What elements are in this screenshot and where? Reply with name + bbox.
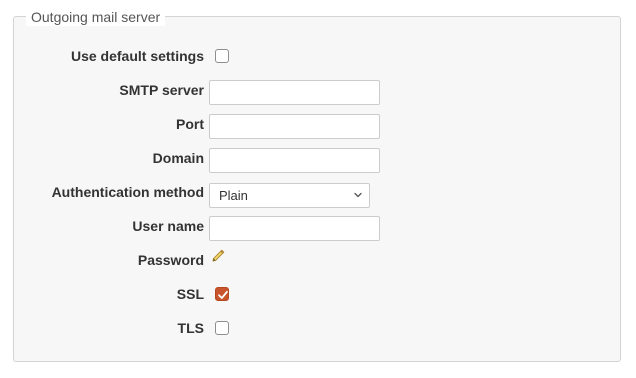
port-input[interactable] — [209, 114, 380, 139]
authentication-method-selected-value: Plain — [219, 188, 248, 203]
row-ssl: SSL — [13, 281, 621, 307]
row-password: Password — [13, 247, 621, 273]
use-default-settings-label: Use default settings — [70, 48, 204, 64]
smtp-server-input[interactable] — [209, 80, 380, 105]
smtp-server-control — [209, 80, 380, 105]
authentication-method-control: Plain — [209, 183, 370, 208]
authentication-method-select[interactable]: Plain — [209, 183, 370, 208]
row-domain: Domain — [13, 148, 621, 174]
port-control — [209, 114, 380, 139]
ssl-checkbox[interactable] — [215, 287, 229, 301]
user-name-control — [209, 216, 380, 241]
tls-checkbox[interactable] — [215, 321, 229, 335]
domain-control — [209, 148, 380, 173]
fieldset-legend: Outgoing mail server — [26, 8, 166, 26]
user-name-input[interactable] — [209, 216, 380, 241]
domain-input[interactable] — [209, 148, 380, 173]
domain-label: Domain — [152, 150, 204, 166]
use-default-settings-checkbox[interactable] — [215, 49, 229, 63]
tls-label: TLS — [177, 320, 204, 336]
checkmark-icon — [218, 290, 228, 299]
smtp-server-label: SMTP server — [119, 82, 204, 98]
user-name-label: User name — [132, 218, 204, 234]
ssl-label: SSL — [176, 286, 204, 302]
row-user-name: User name — [13, 216, 621, 242]
row-use-default-settings: Use default settings — [13, 43, 621, 69]
chevron-down-icon — [354, 192, 362, 198]
pencil-icon[interactable] — [211, 249, 225, 263]
row-tls: TLS — [13, 315, 621, 341]
row-authentication-method: Authentication method Plain — [13, 183, 621, 209]
row-smtp-server: SMTP server — [13, 80, 621, 106]
password-label: Password — [137, 252, 204, 268]
row-port: Port — [13, 114, 621, 140]
port-label: Port — [176, 116, 204, 132]
authentication-method-label: Authentication method — [51, 184, 204, 200]
